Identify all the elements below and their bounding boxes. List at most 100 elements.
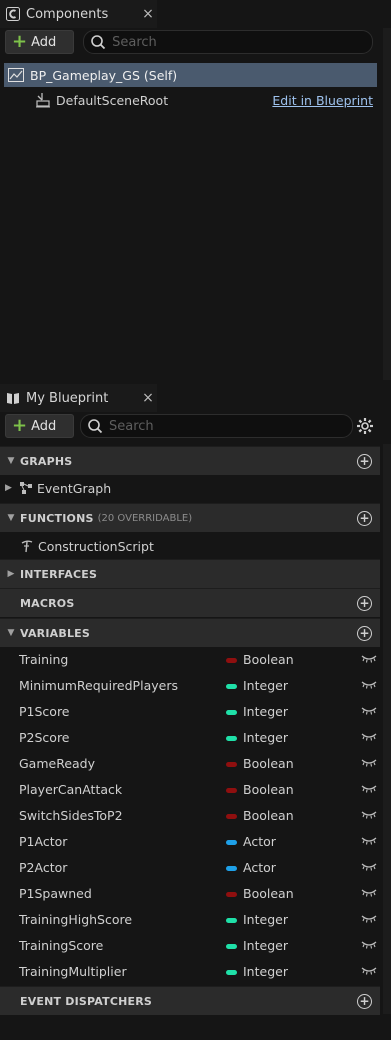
my-blueprint-scrollbar[interactable] xyxy=(383,444,391,1014)
add-variable-icon[interactable]: + xyxy=(357,625,372,641)
variable-row[interactable]: P2Score Integer xyxy=(0,725,380,751)
variable-type[interactable]: Integer xyxy=(243,730,288,745)
eye-closed-icon[interactable] xyxy=(361,965,377,980)
variable-row[interactable]: P2Actor Actor xyxy=(0,855,380,881)
close-icon[interactable]: × xyxy=(139,6,157,22)
variable-row[interactable]: PlayerCanAttack Boolean xyxy=(0,777,380,803)
variable-type[interactable]: Boolean xyxy=(243,808,294,823)
component-root-item[interactable]: BP_Gameplay_GS (Self) xyxy=(4,63,377,87)
variable-type[interactable]: Integer xyxy=(243,704,288,719)
variable-type[interactable]: Boolean xyxy=(243,886,294,901)
add-graph-icon[interactable]: + xyxy=(357,453,372,469)
eye-closed-icon[interactable] xyxy=(361,861,377,876)
my-blueprint-search[interactable] xyxy=(80,414,353,438)
variable-type[interactable]: Boolean xyxy=(243,782,294,797)
variable-name: P1Actor xyxy=(19,834,68,849)
variable-type-pill[interactable] xyxy=(226,970,237,975)
variable-row[interactable]: P1Score Integer xyxy=(0,699,380,725)
section-functions-title: FUNCTIONS xyxy=(20,511,94,525)
variable-type[interactable]: Integer xyxy=(243,964,288,979)
event-graph-icon xyxy=(19,481,33,495)
variable-row[interactable]: MinimumRequiredPlayers Integer xyxy=(0,673,380,699)
components-panel: Components × + Add BP_Gameplay_GS (Self)… xyxy=(0,0,391,384)
variable-type[interactable]: Actor xyxy=(243,834,276,849)
variable-type-pill[interactable] xyxy=(226,788,237,793)
eye-closed-icon[interactable] xyxy=(361,835,377,850)
components-search-input[interactable] xyxy=(110,33,372,51)
variable-type-pill[interactable] xyxy=(226,710,237,715)
variable-type-pill[interactable] xyxy=(226,866,237,871)
add-event-dispatcher-icon[interactable]: + xyxy=(357,993,372,1009)
eye-closed-icon[interactable] xyxy=(361,653,377,668)
search-icon xyxy=(90,33,106,51)
variable-type-pill[interactable] xyxy=(226,918,237,923)
eye-closed-icon[interactable] xyxy=(361,731,377,746)
add-component-button[interactable]: + Add xyxy=(5,30,74,54)
section-interfaces[interactable]: ▶ INTERFACES xyxy=(0,559,380,588)
graph-item-eventgraph[interactable]: ▶ EventGraph xyxy=(0,475,380,501)
variable-row[interactable]: P1Actor Actor xyxy=(0,829,380,855)
variable-type-pill[interactable] xyxy=(226,892,237,897)
eye-closed-icon[interactable] xyxy=(361,939,377,954)
section-functions-count: (20 OVERRIDABLE) xyxy=(97,512,193,524)
components-search[interactable] xyxy=(83,30,373,54)
add-member-button[interactable]: + Add xyxy=(5,414,74,438)
variable-row[interactable]: Training Boolean xyxy=(0,647,380,673)
close-icon[interactable]: × xyxy=(139,390,157,406)
variable-type-pill[interactable] xyxy=(226,684,237,689)
my-blueprint-search-input[interactable] xyxy=(107,417,352,435)
variable-type-pill[interactable] xyxy=(226,944,237,949)
variable-type[interactable]: Boolean xyxy=(243,652,294,667)
variable-type-pill[interactable] xyxy=(226,736,237,741)
settings-gear-icon[interactable] xyxy=(356,417,374,435)
variable-row[interactable]: SwitchSidesToP2 Boolean xyxy=(0,803,380,829)
variable-row[interactable]: P1Spawned Boolean xyxy=(0,881,380,907)
variable-row[interactable]: GameReady Boolean xyxy=(0,751,380,777)
add-function-icon[interactable]: + xyxy=(357,510,372,526)
variable-type-pill[interactable] xyxy=(226,814,237,819)
eye-closed-icon[interactable] xyxy=(361,809,377,824)
caret-right-icon: ▶ xyxy=(7,569,15,579)
variable-type-pill[interactable] xyxy=(226,658,237,663)
function-item-constructionscript[interactable]: ConstructionScript xyxy=(0,533,380,559)
variable-type[interactable]: Actor xyxy=(243,860,276,875)
section-functions[interactable]: ▼ FUNCTIONS (20 OVERRIDABLE) + xyxy=(0,503,380,532)
variable-name: P2Score xyxy=(19,730,70,745)
my-blueprint-tab[interactable]: My Blueprint × xyxy=(0,384,157,412)
section-graphs[interactable]: ▼ GRAPHS + xyxy=(0,446,380,475)
eye-closed-icon[interactable] xyxy=(361,679,377,694)
add-label: Add xyxy=(31,418,57,434)
caret-down-icon: ▼ xyxy=(7,513,15,523)
scene-root-icon xyxy=(34,92,52,108)
section-macros[interactable]: MACROS + xyxy=(0,588,380,617)
variable-name: TrainingScore xyxy=(19,938,104,953)
components-tab[interactable]: Components × xyxy=(0,0,157,28)
variable-type-pill[interactable] xyxy=(226,762,237,767)
my-blueprint-panel: My Blueprint × + Add ▼ GRAPHS + ▶ EventG… xyxy=(0,384,391,1040)
add-macro-icon[interactable]: + xyxy=(357,595,372,611)
variable-name: SwitchSidesToP2 xyxy=(19,808,123,823)
eye-closed-icon[interactable] xyxy=(361,757,377,772)
eye-closed-icon[interactable] xyxy=(361,887,377,902)
variable-type[interactable]: Boolean xyxy=(243,756,294,771)
components-scrollbar[interactable] xyxy=(383,28,391,380)
section-macros-title: MACROS xyxy=(20,596,75,610)
component-child-item[interactable]: DefaultSceneRoot Edit in Blueprint xyxy=(4,88,377,112)
variable-row[interactable]: TrainingScore Integer xyxy=(0,933,380,959)
function-item-label: ConstructionScript xyxy=(38,538,154,554)
variable-type-pill[interactable] xyxy=(226,840,237,845)
eye-closed-icon[interactable] xyxy=(361,783,377,798)
eye-closed-icon[interactable] xyxy=(361,913,377,928)
eye-closed-icon[interactable] xyxy=(361,705,377,720)
variable-type[interactable]: Integer xyxy=(243,912,288,927)
edit-in-blueprint-link[interactable]: Edit in Blueprint xyxy=(272,93,373,108)
variable-type[interactable]: Integer xyxy=(243,678,288,693)
section-event-dispatchers[interactable]: EVENT DISPATCHERS + xyxy=(0,986,380,1015)
variable-row[interactable]: TrainingHighScore Integer xyxy=(0,907,380,933)
variable-name: TrainingHighScore xyxy=(19,912,133,927)
variable-type[interactable]: Integer xyxy=(243,938,288,953)
variable-row[interactable]: TrainingMultiplier Integer xyxy=(0,959,380,985)
section-variables[interactable]: ▼ VARIABLES + xyxy=(0,618,380,647)
section-event-dispatchers-title: EVENT DISPATCHERS xyxy=(20,994,153,1008)
variable-name: MinimumRequiredPlayers xyxy=(19,678,178,693)
